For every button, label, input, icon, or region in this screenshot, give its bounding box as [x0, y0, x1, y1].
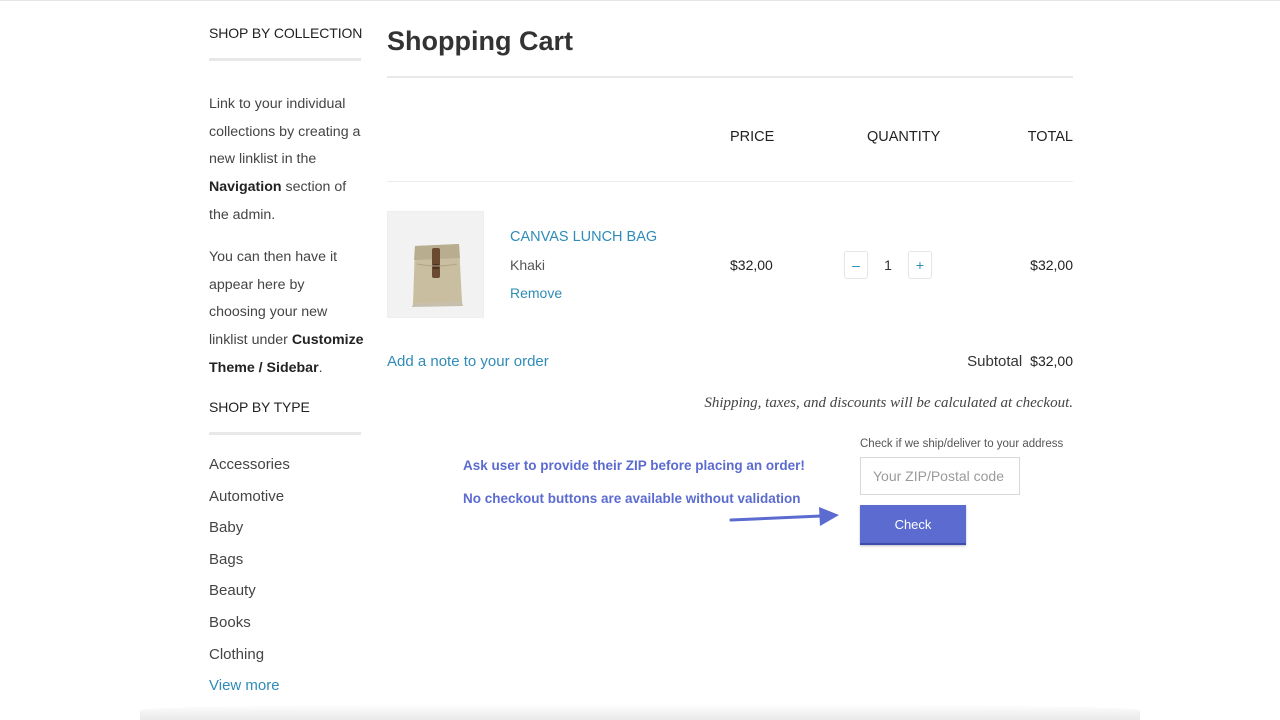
page-bottom-shadow — [140, 704, 1140, 720]
quantity-increase-button[interactable]: + — [908, 251, 932, 279]
type-link-beauty[interactable]: Beauty — [209, 575, 290, 607]
page-title: Shopping Cart — [387, 26, 573, 56]
lunch-bag-image — [412, 244, 463, 307]
item-price: $32,00 — [730, 257, 773, 273]
product-name-link[interactable]: CANVAS LUNCH BAG — [510, 229, 657, 245]
subtotal-value: $32,00 — [1030, 353, 1073, 369]
collection-help-text-2: You can then have it appear here by choo… — [209, 244, 364, 383]
cart-main: Shopping Cart PRICE QUANTITY TOTAL CANVA… — [387, 0, 1073, 720]
sidebar-divider — [209, 432, 361, 435]
total-column-header: TOTAL — [1027, 129, 1073, 145]
type-link-automotive[interactable]: Automotive — [209, 481, 290, 513]
quantity-column-header: QUANTITY — [867, 129, 941, 145]
subtotal-label: Subtotal — [967, 353, 1023, 370]
annotation-line-2: No checkout buttons are available withou… — [463, 491, 801, 506]
zip-input[interactable] — [860, 457, 1020, 495]
type-link-accessories[interactable]: Accessories — [209, 449, 290, 481]
arrow-right-icon — [729, 507, 839, 526]
quantity-input[interactable] — [869, 251, 907, 279]
subtotal: Subtotal $32,00 — [967, 353, 1073, 370]
shop-by-collection-heading: SHOP BY COLLECTION — [209, 25, 363, 41]
shop-by-type-heading: SHOP BY TYPE — [209, 399, 310, 415]
annotation-line-1: Ask user to provide their ZIP before pla… — [463, 458, 805, 473]
view-more-link[interactable]: View more — [209, 670, 290, 702]
quantity-decrease-button[interactable]: – — [844, 251, 868, 279]
item-line-total: $32,00 — [1030, 257, 1073, 273]
header-divider — [387, 181, 1073, 182]
add-note-link[interactable]: Add a note to your order — [387, 353, 549, 370]
check-zip-button[interactable]: Check — [860, 505, 966, 545]
product-image[interactable] — [387, 211, 484, 318]
collection-help-text-1: Link to your individual collections by c… — [209, 91, 364, 230]
type-link-baby[interactable]: Baby — [209, 512, 290, 544]
type-list: Accessories Automotive Baby Bags Beauty … — [209, 449, 290, 702]
type-link-books[interactable]: Books — [209, 607, 290, 639]
remove-link[interactable]: Remove — [510, 285, 562, 301]
zip-check-label: Check if we ship/deliver to your address — [860, 438, 1064, 450]
price-column-header: PRICE — [730, 129, 775, 145]
product-variant: Khaki — [510, 257, 546, 273]
type-link-clothing[interactable]: Clothing — [209, 639, 290, 671]
help-text: Link to your individual collections by c… — [209, 96, 361, 168]
title-divider — [387, 76, 1073, 78]
shipping-note: Shipping, taxes, and discounts will be c… — [704, 395, 1073, 411]
type-link-bags[interactable]: Bags — [209, 544, 290, 576]
help-text: . — [318, 359, 323, 376]
navigation-bold-text: Navigation — [209, 179, 282, 196]
sidebar-divider — [209, 58, 361, 61]
